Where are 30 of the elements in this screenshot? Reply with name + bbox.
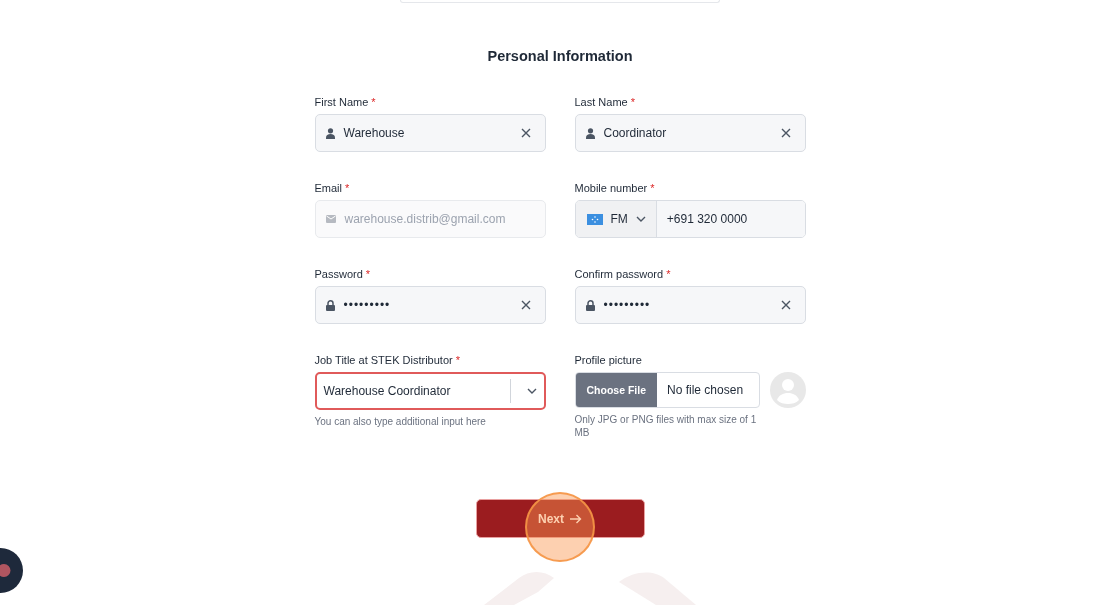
- name-field[interactable]: Warehouse: [314, 114, 546, 152]
- job-title-select[interactable]: Warehouse Coordinator: [314, 372, 546, 410]
- clear-icon[interactable]: [780, 128, 791, 138]
- person-icon: [325, 127, 335, 139]
- section-title: Personal Information: [486, 47, 634, 65]
- mail-icon: [325, 215, 336, 223]
- field-label: Email *: [314, 181, 351, 195]
- field-label: First Name *: [314, 95, 377, 109]
- choose-file-button[interactable]: Choose File: [575, 373, 657, 407]
- arrow-right-icon: [570, 513, 582, 524]
- clear-icon[interactable]: [520, 128, 531, 138]
- field-label: Confirm password *: [574, 267, 672, 281]
- person-icon: [585, 127, 595, 139]
- field-label: Mobile number *: [574, 181, 656, 195]
- helper-text: Only JPG or PNG files with max size of 1 MB: [574, 413, 758, 439]
- field-label: Password *: [314, 267, 372, 281]
- file-status: No file chosen: [666, 382, 744, 399]
- name-field[interactable]: Coordinator: [574, 114, 806, 152]
- clear-icon[interactable]: [520, 300, 531, 310]
- field-label: Profile picture: [574, 353, 643, 367]
- lock-icon: [325, 299, 335, 311]
- lock-icon: [585, 299, 595, 311]
- helper-text: You can also type additional input here: [314, 415, 487, 428]
- password-field[interactable]: •••••••••: [314, 286, 546, 324]
- clear-icon[interactable]: [780, 300, 791, 310]
- field-label: Job Title at STEK Distributor *: [314, 353, 461, 367]
- field-label: Last Name *: [574, 95, 637, 109]
- chevron-down-icon[interactable]: [526, 388, 537, 394]
- file-field[interactable]: Choose File No file chosen: [574, 372, 760, 408]
- password-field[interactable]: •••••••••: [574, 286, 806, 324]
